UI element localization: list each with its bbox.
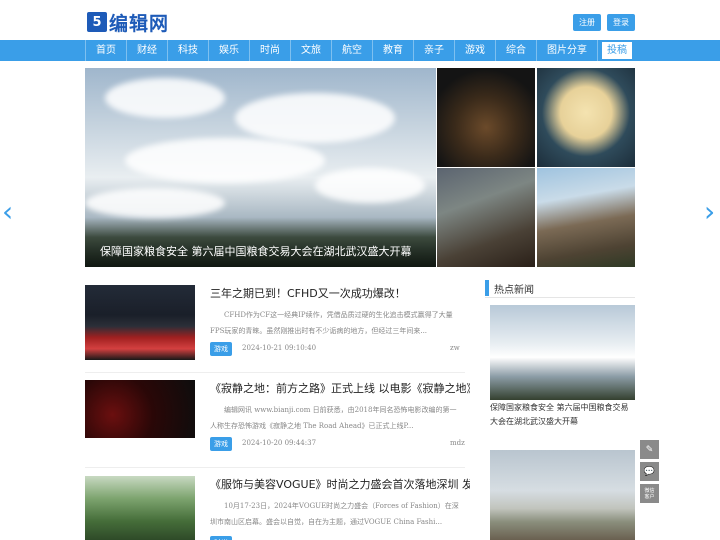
floating-toolbar: ✎ 💬 微信 客户 [640,440,659,506]
article-thumbnail[interactable] [85,476,195,540]
hero-caption[interactable]: 保障国家粮食安全 第六届中国粮食交易大会在湖北武汉盛大开幕 [85,237,436,267]
article-summary: 编辑网讯 www.bianji.com 日前获悉，由2018年同名恐怖电影改编的… [210,406,457,430]
article-title[interactable]: 《服饰与美容VOGUE》时尚之力盛会首次落地深圳 发现 [210,476,470,492]
article-category-tag[interactable]: 时尚 [210,536,232,540]
article-item: 《服饰与美容VOGUE》时尚之力盛会首次落地深圳 发现 10月17-23日，20… [85,476,470,540]
edit-icon[interactable]: ✎ [640,440,659,459]
submit-article-button[interactable]: 投稿 [602,42,632,59]
nav-item-fashion[interactable]: 时尚 [250,40,291,61]
article-summary: CFHD作为CF这一经典IP续作，凭借品质过硬的生化追击模式赢得了大量FPS玩家… [210,311,453,335]
carousel-thumb-game[interactable] [437,68,535,167]
article-date: 2024-10-21 09:10:40 [242,344,317,352]
nav-item-tech[interactable]: 科技 [168,40,209,61]
article-date: 2024-10-20 09:44:37 [242,439,317,447]
article-author: mdz [450,439,465,447]
article-author: zw [450,344,460,352]
carousel-thumb-mountain[interactable] [537,168,635,267]
hot-news-image[interactable] [490,450,635,540]
nav-item-photo-share[interactable]: 图片分享 [537,40,598,61]
article-title[interactable]: 三年之期已到！CFHD又一次成功爆改！ [210,285,470,301]
carousel-thumb-moon[interactable] [537,68,635,167]
register-button[interactable]: 注册 [573,14,601,31]
qr-label: 客户 [644,493,655,500]
article-title[interactable]: 《寂静之地：前方之路》正式上线 以电影《寂静之地》为 [210,380,470,396]
qr-code-button[interactable]: 微信 客户 [640,484,659,503]
divider [485,297,635,298]
main-nav: 首页 财经 科技 娱乐 时尚 文旅 航空 教育 亲子 游戏 综合 图片分享 投稿 [0,40,720,61]
nav-item-culture-travel[interactable]: 文旅 [291,40,332,61]
logo-mark-icon: 5 [87,12,107,32]
article-item: 三年之期已到！CFHD又一次成功爆改！ CFHD作为CF这一经典IP续作，凭借品… [85,285,465,365]
nav-item-entertainment[interactable]: 娱乐 [209,40,250,61]
carousel-next-icon[interactable]: › [704,198,715,226]
sidebar-title: 热点新闻 [494,285,534,296]
article-item: 《寂静之地：前方之路》正式上线 以电影《寂静之地》为 编辑网讯 www.bian… [85,380,470,460]
site-logo[interactable]: 5 编辑网 [87,11,170,35]
nav-item-parenting[interactable]: 亲子 [414,40,455,61]
nav-item-finance[interactable]: 财经 [127,40,168,61]
article-summary: 10月17-23日，2024年VOGUE时尚之力盛会（Forces of Fas… [210,502,459,526]
hot-news-caption[interactable]: 保障国家粮食安全 第六届中国粮食交易大会在湖北武汉盛大开幕 [490,401,635,429]
logo-text: 编辑网 [109,12,170,35]
carousel-thumb-street[interactable] [437,168,535,267]
login-button[interactable]: 登录 [607,14,635,31]
carousel-prev-icon[interactable]: ‹ [2,198,13,226]
chat-icon[interactable]: 💬 [640,462,659,481]
sidebar-title-accent [485,280,489,296]
article-category-tag[interactable]: 游戏 [210,437,232,451]
nav-item-aviation[interactable]: 航空 [332,40,373,61]
nav-item-games[interactable]: 游戏 [455,40,496,61]
divider [85,372,465,373]
carousel-hero-image[interactable]: 保障国家粮食安全 第六届中国粮食交易大会在湖北武汉盛大开幕 [85,68,436,267]
article-thumbnail[interactable] [85,285,195,360]
nav-item-home[interactable]: 首页 [85,40,127,61]
divider [85,467,465,468]
nav-item-education[interactable]: 教育 [373,40,414,61]
site-header: 5 编辑网 注册 登录 [0,0,720,40]
hot-news-image[interactable] [490,305,635,400]
nav-item-general[interactable]: 综合 [496,40,537,61]
article-thumbnail[interactable] [85,380,195,438]
article-category-tag[interactable]: 游戏 [210,342,232,356]
